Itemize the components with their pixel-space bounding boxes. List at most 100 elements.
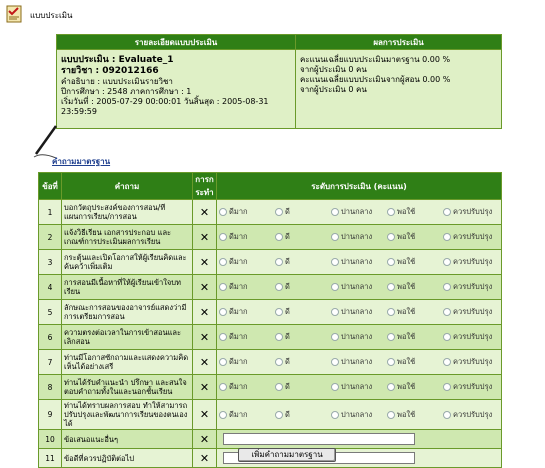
rating-option[interactable]: พอใช้ xyxy=(387,206,443,218)
delete-icon[interactable]: ✕ xyxy=(192,349,217,375)
rating-option[interactable]: ดี xyxy=(275,256,331,268)
radio-icon[interactable] xyxy=(443,283,451,291)
rating-option[interactable]: พอใช้ xyxy=(387,356,443,368)
rating-option[interactable]: ควรปรับปรุง xyxy=(443,356,499,368)
rating-option[interactable]: ดี xyxy=(275,231,331,243)
rating-option[interactable]: ควรปรับปรุง xyxy=(443,206,499,218)
rating-option[interactable]: ดีมาก xyxy=(219,331,275,343)
radio-icon[interactable] xyxy=(387,383,395,391)
rating-option[interactable]: ปานกลาง xyxy=(331,331,387,343)
radio-icon[interactable] xyxy=(443,383,451,391)
delete-icon[interactable]: ✕ xyxy=(192,274,217,300)
rating-option[interactable]: ดี xyxy=(275,381,331,393)
rating-option[interactable]: ควรปรับปรุง xyxy=(443,281,499,293)
radio-icon[interactable] xyxy=(331,358,339,366)
radio-icon[interactable] xyxy=(219,333,227,341)
rating-option[interactable]: ดี xyxy=(275,356,331,368)
radio-icon[interactable] xyxy=(219,258,227,266)
radio-icon[interactable] xyxy=(443,258,451,266)
rating-option[interactable]: ควรปรับปรุง xyxy=(443,409,499,421)
delete-icon[interactable]: ✕ xyxy=(192,374,217,400)
radio-icon[interactable] xyxy=(387,233,395,241)
radio-icon[interactable] xyxy=(275,283,283,291)
radio-icon[interactable] xyxy=(331,383,339,391)
radio-icon[interactable] xyxy=(443,333,451,341)
rating-option[interactable]: ดี xyxy=(275,281,331,293)
radio-icon[interactable] xyxy=(387,283,395,291)
delete-icon[interactable]: ✕ xyxy=(192,249,217,275)
radio-icon[interactable] xyxy=(331,208,339,216)
radio-icon[interactable] xyxy=(275,383,283,391)
radio-icon[interactable] xyxy=(275,258,283,266)
radio-icon[interactable] xyxy=(387,258,395,266)
radio-icon[interactable] xyxy=(387,358,395,366)
delete-icon[interactable]: ✕ xyxy=(192,429,217,449)
radio-icon[interactable] xyxy=(443,410,451,419)
rating-option[interactable]: ดีมาก xyxy=(219,206,275,218)
delete-icon[interactable]: ✕ xyxy=(192,299,217,325)
radio-icon[interactable] xyxy=(275,358,283,366)
rating-option[interactable]: ควรปรับปรุง xyxy=(443,256,499,268)
rating-option[interactable]: ควรปรับปรุง xyxy=(443,306,499,318)
rating-option[interactable]: ควรปรับปรุง xyxy=(443,231,499,243)
rating-option[interactable]: พอใช้ xyxy=(387,331,443,343)
radio-icon[interactable] xyxy=(387,410,395,419)
radio-icon[interactable] xyxy=(331,258,339,266)
rating-option[interactable]: ดีมาก xyxy=(219,256,275,268)
rating-option[interactable]: ปานกลาง xyxy=(331,381,387,393)
radio-icon[interactable] xyxy=(443,308,451,316)
radio-icon[interactable] xyxy=(219,308,227,316)
radio-icon[interactable] xyxy=(275,410,283,419)
rating-option[interactable]: ควรปรับปรุง xyxy=(443,331,499,343)
radio-icon[interactable] xyxy=(331,333,339,341)
radio-icon[interactable] xyxy=(219,383,227,391)
radio-icon[interactable] xyxy=(219,233,227,241)
radio-icon[interactable] xyxy=(443,233,451,241)
rating-option[interactable]: ปานกลาง xyxy=(331,256,387,268)
radio-icon[interactable] xyxy=(219,358,227,366)
delete-icon[interactable]: ✕ xyxy=(192,399,217,430)
rating-option[interactable]: พอใช้ xyxy=(387,381,443,393)
radio-icon[interactable] xyxy=(387,208,395,216)
rating-option[interactable]: ดีมาก xyxy=(219,409,275,421)
radio-icon[interactable] xyxy=(387,308,395,316)
radio-icon[interactable] xyxy=(275,308,283,316)
rating-option[interactable]: ดี xyxy=(275,331,331,343)
rating-option[interactable]: พอใช้ xyxy=(387,409,443,421)
radio-icon[interactable] xyxy=(219,208,227,216)
rating-option[interactable]: ปานกลาง xyxy=(331,231,387,243)
radio-icon[interactable] xyxy=(443,208,451,216)
answer-input[interactable] xyxy=(223,433,415,445)
rating-option[interactable]: ดีมาก xyxy=(219,231,275,243)
rating-option[interactable]: ดีมาก xyxy=(219,306,275,318)
radio-icon[interactable] xyxy=(387,333,395,341)
rating-option[interactable]: ดี xyxy=(275,409,331,421)
radio-icon[interactable] xyxy=(331,233,339,241)
rating-option[interactable]: ปานกลาง xyxy=(331,409,387,421)
rating-option[interactable]: ดีมาก xyxy=(219,281,275,293)
rating-option[interactable]: ดีมาก xyxy=(219,356,275,368)
delete-icon[interactable]: ✕ xyxy=(192,224,217,250)
rating-option[interactable]: พอใช้ xyxy=(387,256,443,268)
delete-icon[interactable]: ✕ xyxy=(192,199,217,225)
rating-option[interactable]: ปานกลาง xyxy=(331,206,387,218)
radio-icon[interactable] xyxy=(443,358,451,366)
add-standard-question-button[interactable]: เพิ่มคำถามมาตรฐาน xyxy=(238,448,336,462)
radio-icon[interactable] xyxy=(219,283,227,291)
rating-option[interactable]: พอใช้ xyxy=(387,231,443,243)
rating-option[interactable]: ปานกลาง xyxy=(331,281,387,293)
rating-option[interactable]: ปานกลาง xyxy=(331,306,387,318)
radio-icon[interactable] xyxy=(219,410,227,419)
delete-icon[interactable]: ✕ xyxy=(192,324,217,350)
radio-icon[interactable] xyxy=(331,308,339,316)
radio-icon[interactable] xyxy=(275,333,283,341)
radio-icon[interactable] xyxy=(275,208,283,216)
rating-option[interactable]: ดี xyxy=(275,206,331,218)
rating-option[interactable]: พอใช้ xyxy=(387,306,443,318)
rating-option[interactable]: ดี xyxy=(275,306,331,318)
rating-option[interactable]: ดีมาก xyxy=(219,381,275,393)
radio-icon[interactable] xyxy=(331,410,339,419)
radio-icon[interactable] xyxy=(275,233,283,241)
rating-option[interactable]: ปานกลาง xyxy=(331,356,387,368)
rating-option[interactable]: พอใช้ xyxy=(387,281,443,293)
